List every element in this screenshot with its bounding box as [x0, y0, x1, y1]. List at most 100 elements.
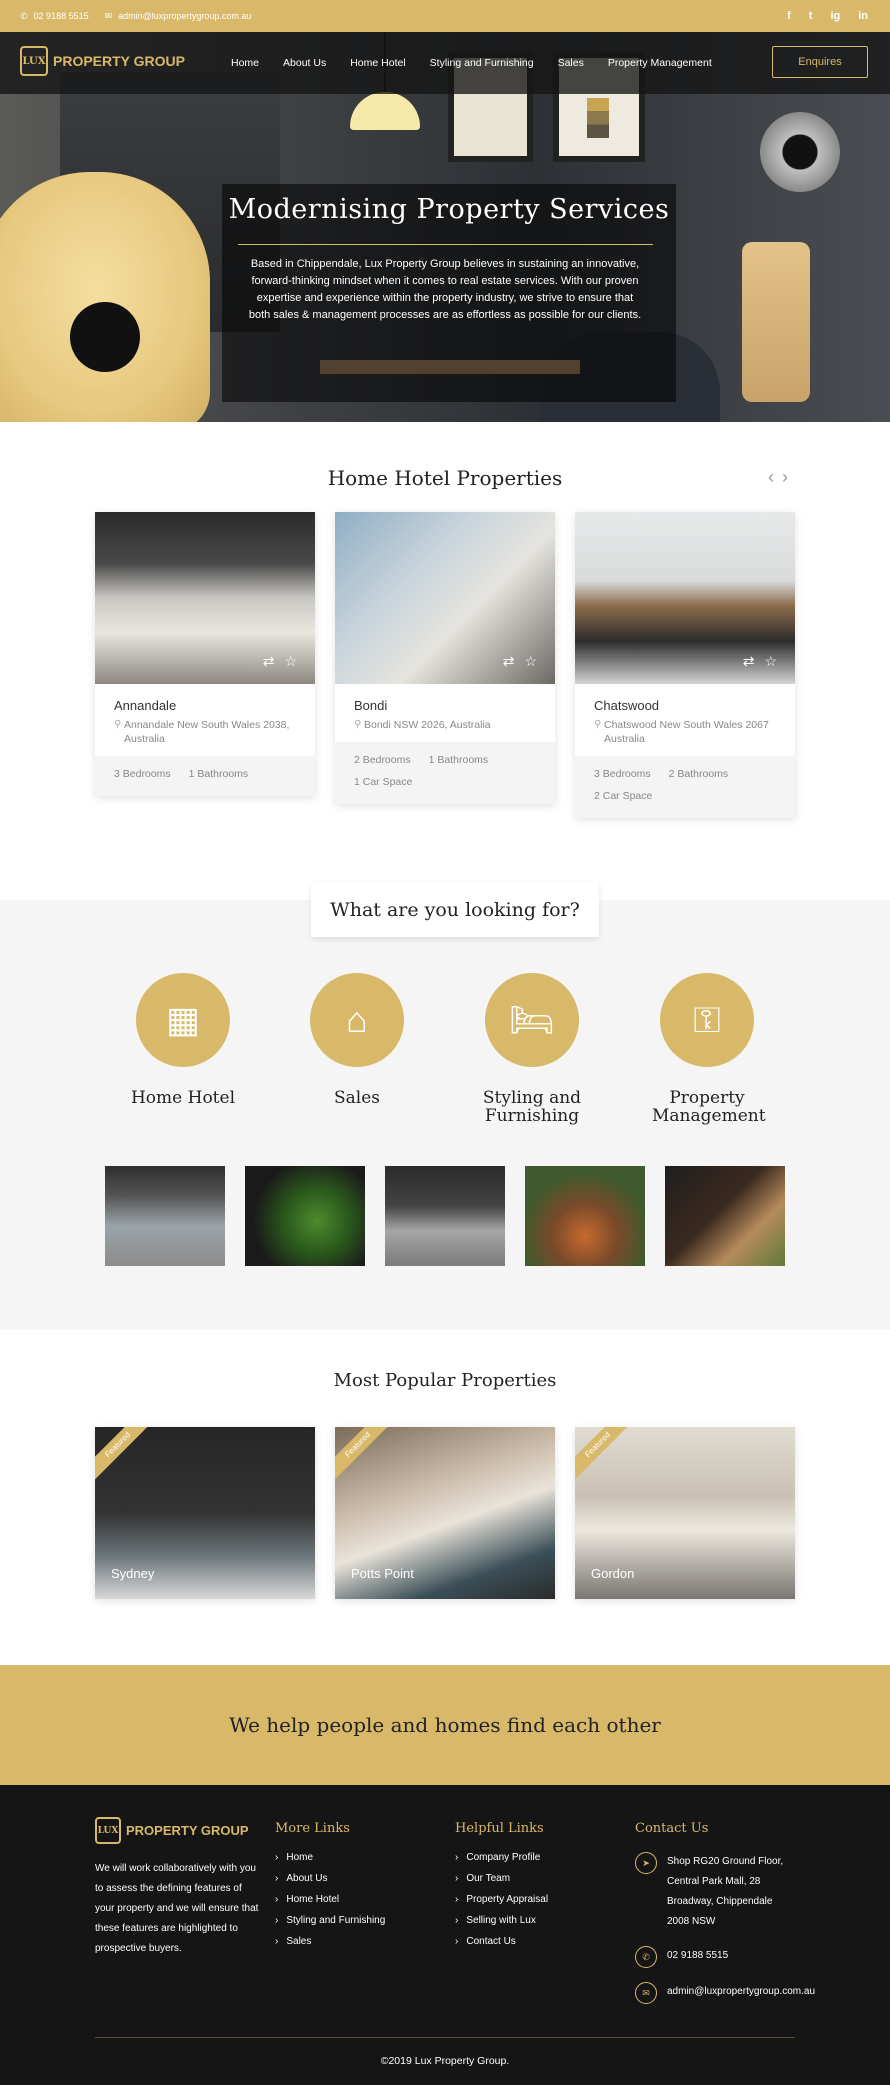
hero-divider — [238, 244, 653, 245]
chevron-left-icon[interactable]: ‹ — [768, 467, 774, 488]
chevron-right-icon[interactable]: › — [782, 467, 788, 488]
footer-logo[interactable]: LUX PROPERTY GROUP — [95, 1817, 249, 1844]
footer-link[interactable]: › Home — [275, 1852, 385, 1863]
property-image[interactable]: ⇄ ☆ — [575, 512, 795, 684]
property-features: 3 Bedrooms 2 Bathrooms 2 Car Space — [575, 756, 795, 818]
card-body: Annandale ⚲ Annandale New South Wales 20… — [95, 684, 315, 756]
star-icon[interactable]: ☆ — [284, 653, 297, 670]
gallery-thumb[interactable] — [245, 1166, 365, 1266]
contact-address: ➤ Shop RG20 Ground Floor, Central Park M… — [635, 1852, 825, 1932]
footer-link-label: Selling with Lux — [466, 1915, 536, 1926]
property-name[interactable]: Annandale — [114, 698, 296, 713]
gallery-thumb[interactable] — [105, 1166, 225, 1266]
category-label[interactable]: Sales — [277, 1089, 437, 1107]
more-links-title: More Links — [275, 1821, 350, 1836]
property-name[interactable]: Chatswood — [594, 698, 776, 713]
nav-home[interactable]: Home — [231, 57, 259, 69]
property-card[interactable]: ⇄ ☆ Annandale ⚲ Annandale New South Wale… — [95, 512, 315, 796]
facebook-icon[interactable]: f — [787, 10, 791, 22]
gallery-thumb[interactable] — [665, 1166, 785, 1266]
contact-phone[interactable]: ✆ 02 9188 5515 — [635, 1946, 825, 1968]
location-arrow-icon: ➤ — [635, 1852, 657, 1874]
hero-cushion — [70, 302, 140, 372]
building-icon[interactable]: ▦ — [136, 973, 230, 1067]
instagram-icon[interactable]: ig — [830, 10, 840, 22]
nav-home-hotel[interactable]: Home Hotel — [350, 57, 405, 69]
footer-link-label: Home — [286, 1852, 314, 1863]
property-address: ⚲ Chatswood New South Wales 2067 Austral… — [594, 718, 776, 746]
gallery-thumb[interactable] — [385, 1166, 505, 1266]
bed-icon[interactable]: 🛏 — [485, 973, 579, 1067]
nav-sales[interactable]: Sales — [558, 57, 584, 69]
contact-phone-text: 02 9188 5515 — [667, 1950, 729, 1961]
footer-divider — [95, 2037, 795, 2038]
enquires-button[interactable]: Enquires — [772, 46, 868, 78]
top-contact: ✆ 02 9188 5515 ✉ admin@luxpropertygroup.… — [20, 0, 251, 32]
popular-city[interactable]: Gordon — [591, 1566, 634, 1581]
category-label[interactable]: Styling and Furnishing — [477, 1089, 587, 1125]
top-email[interactable]: ✉ admin@luxpropertygroup.com.au — [105, 11, 252, 22]
compare-icon[interactable]: ⇄ — [743, 653, 755, 670]
footer-link[interactable]: › Our Team — [455, 1873, 548, 1884]
house-icon[interactable]: ⌂ — [310, 973, 404, 1067]
footer-link[interactable]: › Sales — [275, 1936, 385, 1947]
pin-icon: ⚲ — [114, 719, 122, 730]
footer-link[interactable]: › Property Appraisal — [455, 1894, 548, 1905]
hero-poster-swatch — [587, 98, 609, 138]
category-label[interactable]: Home Hotel — [103, 1089, 263, 1107]
mail-icon: ✉ — [104, 10, 113, 21]
phone-icon: ✆ — [635, 1946, 657, 1968]
featured-ribbon: Featured — [335, 1427, 396, 1483]
category-label[interactable]: Property Management — [652, 1089, 766, 1125]
footer-link[interactable]: › Company Profile — [455, 1852, 548, 1863]
contact-address-text: Shop RG20 Ground Floor, Central Park Mal… — [667, 1856, 784, 1927]
contact-email[interactable]: ✉ admin@luxpropertygroup.com.au — [635, 1982, 825, 2004]
property-address: ⚲ Annandale New South Wales 2038, Austra… — [114, 718, 296, 746]
popular-city[interactable]: Potts Point — [351, 1566, 414, 1581]
top-phone[interactable]: ✆ 02 9188 5515 — [20, 11, 89, 22]
popular-city[interactable]: Sydney — [111, 1566, 154, 1581]
footer-link[interactable]: › Selling with Lux — [455, 1915, 548, 1926]
phone-icon: ✆ — [20, 10, 28, 21]
nav-styling[interactable]: Styling and Furnishing — [430, 57, 534, 69]
top-phone-text: 02 9188 5515 — [33, 11, 89, 21]
footer-link-label: Company Profile — [466, 1852, 541, 1863]
chevron-right-icon: › — [455, 1873, 459, 1884]
key-icon[interactable]: ⚿ — [660, 973, 754, 1067]
nav-property-management[interactable]: Property Management — [608, 57, 712, 69]
contact-email-text: admin@luxpropertygroup.com.au — [667, 1986, 816, 1997]
popular-card[interactable]: Featured Sydney — [95, 1427, 315, 1599]
twitter-icon[interactable]: t — [809, 10, 813, 22]
featured-ribbon: Featured — [95, 1427, 156, 1483]
footer-link[interactable]: › Home Hotel — [275, 1894, 385, 1905]
feature-bedrooms: 2 Bedrooms — [354, 754, 411, 766]
footer-link[interactable]: › About Us — [275, 1873, 385, 1884]
star-icon[interactable]: ☆ — [764, 653, 777, 670]
category-property-management[interactable]: ⚿ Property Management — [627, 973, 787, 1125]
popular-card[interactable]: Featured Potts Point — [335, 1427, 555, 1599]
property-image[interactable]: ⇄ ☆ — [95, 512, 315, 684]
logo[interactable]: LUX PROPERTY GROUP — [20, 46, 185, 76]
star-icon[interactable]: ☆ — [524, 653, 537, 670]
popular-card[interactable]: Featured Gordon — [575, 1427, 795, 1599]
property-card[interactable]: ⇄ ☆ Bondi ⚲ Bondi NSW 2026, Australia 2 … — [335, 512, 555, 804]
nav-about[interactable]: About Us — [283, 57, 326, 69]
footer-link[interactable]: › Styling and Furnishing — [275, 1915, 385, 1926]
property-name[interactable]: Bondi — [354, 698, 536, 713]
compare-icon[interactable]: ⇄ — [263, 653, 275, 670]
pin-icon: ⚲ — [594, 719, 602, 730]
logo-text: PROPERTY GROUP — [53, 53, 185, 69]
property-image[interactable]: ⇄ ☆ — [335, 512, 555, 684]
linkedin-icon[interactable]: in — [858, 10, 868, 22]
main-header: LUX PROPERTY GROUP Home About Us Home Ho… — [0, 32, 890, 94]
footer-link[interactable]: › Contact Us — [455, 1936, 548, 1947]
category-styling[interactable]: 🛏 Styling and Furnishing — [452, 973, 612, 1125]
featured-ribbon: Featured — [575, 1427, 636, 1483]
compare-icon[interactable]: ⇄ — [503, 653, 515, 670]
chevron-right-icon: › — [455, 1915, 459, 1926]
feature-bathrooms: 1 Bathrooms — [188, 768, 249, 780]
property-card[interactable]: ⇄ ☆ Chatswood ⚲ Chatswood New South Wale… — [575, 512, 795, 818]
category-sales[interactable]: ⌂ Sales — [277, 973, 437, 1107]
gallery-thumb[interactable] — [525, 1166, 645, 1266]
category-home-hotel[interactable]: ▦ Home Hotel — [103, 973, 263, 1107]
